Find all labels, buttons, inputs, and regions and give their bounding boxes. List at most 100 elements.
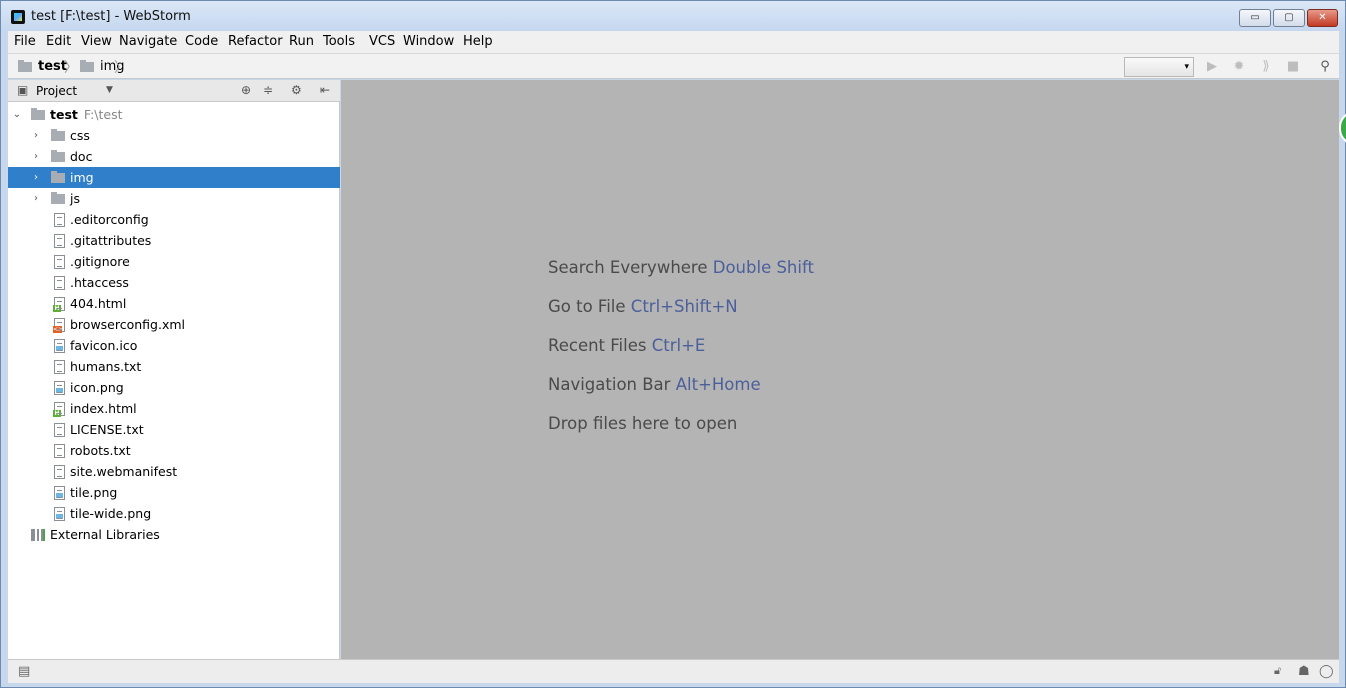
tree-file-item[interactable]: icon.png <box>8 377 340 398</box>
html-file-icon: H <box>53 401 65 417</box>
menu-navigate[interactable]: Navigate <box>119 34 177 49</box>
editor-empty-area[interactable]: Search Everywhere Double Shift Go to Fil… <box>341 80 1339 659</box>
navigation-bar: test 〉 img 〉 ▾ ▶ ✹ ⟫ ■ ⚲ <box>8 53 1339 79</box>
file-label: .gitignore <box>70 254 130 269</box>
tree-file-item[interactable]: <> browserconfig.xml <box>8 314 340 335</box>
folder-icon <box>51 170 65 183</box>
file-label: site.webmanifest <box>70 464 178 479</box>
tree-root-item[interactable]: ⌄ test F:\test <box>8 104 340 125</box>
breadcrumb-root-label: test <box>38 59 67 74</box>
tree-folder-item[interactable]: › doc <box>8 146 340 167</box>
menu-edit[interactable]: Edit <box>46 34 71 49</box>
hide-panel-icon[interactable]: ⇤ <box>320 83 330 97</box>
file-label: tile.png <box>70 485 118 500</box>
file-label: .gitattributes <box>70 233 152 248</box>
debug-icon[interactable]: ✹ <box>1230 58 1248 76</box>
tree-file-item[interactable]: site.webmanifest <box>8 461 340 482</box>
root-path: F:\test <box>83 107 123 122</box>
chevron-down-icon[interactable]: ▼ <box>106 85 113 95</box>
hint-text: Go to File <box>548 297 626 316</box>
event-log-icon[interactable]: ◯ <box>1319 664 1334 679</box>
folder-icon <box>31 107 45 120</box>
file-label: LICENSE.txt <box>70 422 144 437</box>
text-file-icon <box>54 359 65 374</box>
run-icon[interactable]: ▶ <box>1203 58 1221 76</box>
menu-code[interactable]: Code <box>185 34 218 49</box>
tree-file-item[interactable]: humans.txt <box>8 356 340 377</box>
menu-bar: File Edit View Navigate Code Refactor Ru… <box>8 31 1339 53</box>
tree-external-libraries[interactable]: External Libraries <box>8 524 340 545</box>
file-label: .htaccess <box>70 275 129 290</box>
menu-file[interactable]: File <box>14 34 36 49</box>
tree-file-item[interactable]: H index.html <box>8 398 340 419</box>
minimize-button[interactable]: ▭ <box>1239 9 1271 27</box>
folder-icon <box>51 128 65 141</box>
plugin-badge-icon[interactable] <box>1339 111 1346 145</box>
project-panel-header: ▣ Project ▼ ⊕ ≑ ⚙ ⇤ <box>8 80 340 102</box>
chevron-right-icon[interactable]: › <box>30 172 42 183</box>
gear-icon[interactable]: ⚙ <box>291 83 302 97</box>
tree-folder-item[interactable]: › js <box>8 188 340 209</box>
text-file-icon <box>54 275 65 290</box>
ide-window: test [F:\test] - WebStorm ▭ ▢ ✕ File Edi… <box>0 0 1346 688</box>
menu-tools[interactable]: Tools <box>323 34 355 49</box>
tree-folder-item-selected[interactable]: › img <box>8 167 340 188</box>
folder-icon <box>80 59 94 72</box>
menu-window[interactable]: Window <box>403 34 454 49</box>
folder-label: doc <box>70 149 93 164</box>
html-file-icon: H <box>53 296 65 312</box>
hint-text: Search Everywhere <box>548 258 708 277</box>
file-label: icon.png <box>70 380 124 395</box>
hint-shortcut: Alt+Home <box>675 375 761 394</box>
xml-file-icon: <> <box>53 317 65 333</box>
tree-file-item[interactable]: favicon.ico <box>8 335 340 356</box>
hint-search-everywhere: Search Everywhere Double Shift <box>548 258 814 277</box>
close-button[interactable]: ✕ <box>1307 9 1338 27</box>
project-view-select[interactable]: Project <box>36 84 77 98</box>
hint-drop-files: Drop files here to open <box>548 414 737 433</box>
hint-text: Drop files here to open <box>548 414 738 433</box>
image-file-icon <box>54 506 65 521</box>
webstorm-logo-icon <box>11 10 25 24</box>
tree-file-item[interactable]: H 404.html <box>8 293 340 314</box>
chevron-down-icon[interactable]: ⌄ <box>11 109 23 120</box>
project-view-icon: ▣ <box>17 83 29 97</box>
chevron-right-icon[interactable]: › <box>30 130 42 141</box>
tree-file-item[interactable]: tile.png <box>8 482 340 503</box>
chevron-right-icon[interactable]: › <box>30 193 42 204</box>
maximize-button[interactable]: ▢ <box>1273 9 1305 27</box>
file-label: tile-wide.png <box>70 506 152 521</box>
tree-file-item[interactable]: .gitignore <box>8 251 340 272</box>
collapse-all-icon[interactable]: ≑ <box>263 83 273 97</box>
run-configuration-select[interactable]: ▾ <box>1124 57 1194 77</box>
menu-vcs[interactable]: VCS <box>369 34 395 49</box>
tree-file-item[interactable]: tile-wide.png <box>8 503 340 524</box>
text-file-icon <box>54 254 65 269</box>
folder-icon <box>51 149 65 162</box>
menu-view[interactable]: View <box>81 34 112 49</box>
folder-label: js <box>70 191 80 206</box>
locate-icon[interactable]: ⊕ <box>241 83 251 97</box>
inspector-icon[interactable]: ☗ <box>1298 664 1310 679</box>
menu-help[interactable]: Help <box>463 34 493 49</box>
tree-file-item[interactable]: .gitattributes <box>8 230 340 251</box>
hint-recent-files: Recent Files Ctrl+E <box>548 336 705 355</box>
chevron-right-icon[interactable]: › <box>30 151 42 162</box>
coverage-icon[interactable]: ⟫ <box>1257 58 1275 76</box>
hint-navigation-bar: Navigation Bar Alt+Home <box>548 375 761 394</box>
menu-run[interactable]: Run <box>289 34 314 49</box>
tree-file-item[interactable]: LICENSE.txt <box>8 419 340 440</box>
tree-file-item[interactable]: .htaccess <box>8 272 340 293</box>
breadcrumb-separator: 〉 <box>64 60 78 76</box>
image-file-icon <box>54 338 65 353</box>
search-icon[interactable]: ⚲ <box>1316 58 1334 76</box>
lock-icon[interactable]: 🔓︎ <box>1274 664 1281 678</box>
stop-icon[interactable]: ■ <box>1284 58 1302 76</box>
tree-folder-item[interactable]: › css <box>8 125 340 146</box>
text-file-icon <box>54 233 65 248</box>
menu-refactor[interactable]: Refactor <box>228 34 283 49</box>
breadcrumb-root[interactable]: test <box>18 59 67 74</box>
tree-file-item[interactable]: robots.txt <box>8 440 340 461</box>
tree-file-item[interactable]: .editorconfig <box>8 209 340 230</box>
toggle-tool-windows-icon[interactable]: ▤ <box>18 664 30 679</box>
